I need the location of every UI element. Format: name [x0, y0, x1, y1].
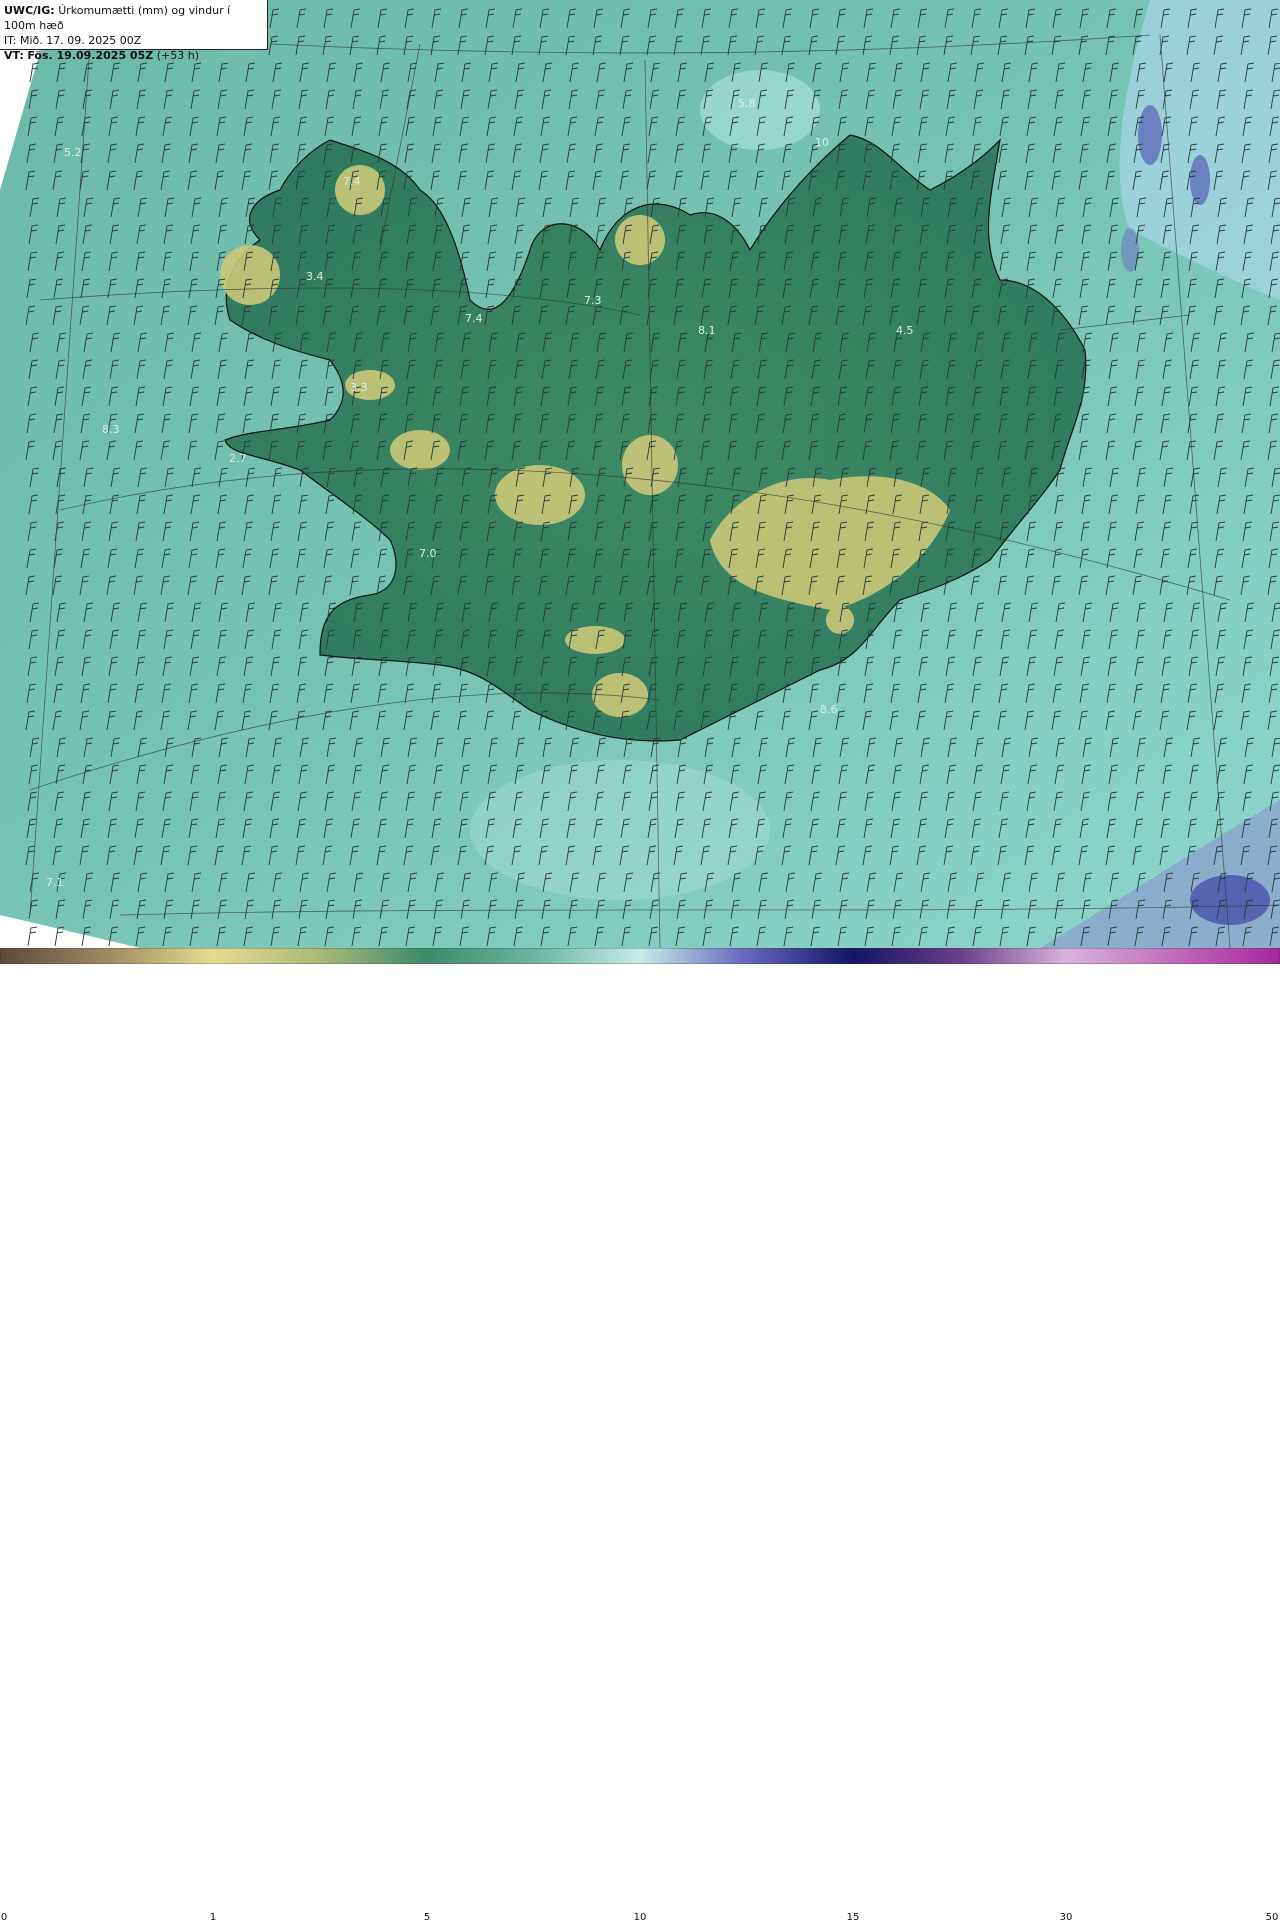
colorbar-tick: 0: [0, 1912, 8, 1923]
value-label: 7.1: [46, 876, 64, 889]
value-label: 8.1: [698, 324, 716, 337]
colorbar-tick: 30: [1059, 1912, 1073, 1923]
colorbar: 0 1 5 10 15 30 50: [0, 948, 1280, 1923]
value-label: 2.7: [229, 452, 247, 465]
value-label: 7.0: [419, 547, 437, 560]
colorbar-tick: 5: [423, 1912, 431, 1923]
valid-time: Fös. 19.09.2025 05Z: [27, 49, 154, 62]
colorbar-ramp: [0, 948, 1280, 964]
value-label: 10: [815, 136, 829, 149]
weather-map: 5.2 7.4 3.4 3.3 8.3 2.7 7.4 7.3 8.1 4.5 …: [0, 0, 1280, 948]
initial-time: IT: Mið. 17. 09. 2025 00Z: [4, 34, 142, 47]
colorbar-tick: 1: [209, 1912, 217, 1923]
value-label: 3.4: [306, 270, 324, 283]
value-label: 7.3: [584, 294, 602, 307]
value-label: 5.2: [64, 146, 82, 159]
colorbar-tick: 50: [1265, 1912, 1279, 1923]
colorbar-tick: 10: [633, 1912, 647, 1923]
value-label: 5.8: [738, 97, 756, 110]
value-label: 4.5: [896, 324, 914, 337]
value-label: 7.4: [343, 175, 361, 188]
value-label: 7.4: [465, 312, 483, 325]
lead-time: (+53 h): [156, 49, 199, 62]
map-info-box: UWC/IG: Úrkomumætti (mm) og vindur í 100…: [0, 0, 268, 62]
valid-label: VT:: [4, 49, 24, 62]
product-code: UWC/IG:: [4, 4, 55, 17]
colorbar-tick: 15: [846, 1912, 860, 1923]
value-label: 8.6: [820, 703, 838, 716]
value-label: 8.3: [102, 423, 120, 436]
value-label: 3.3: [350, 381, 368, 394]
